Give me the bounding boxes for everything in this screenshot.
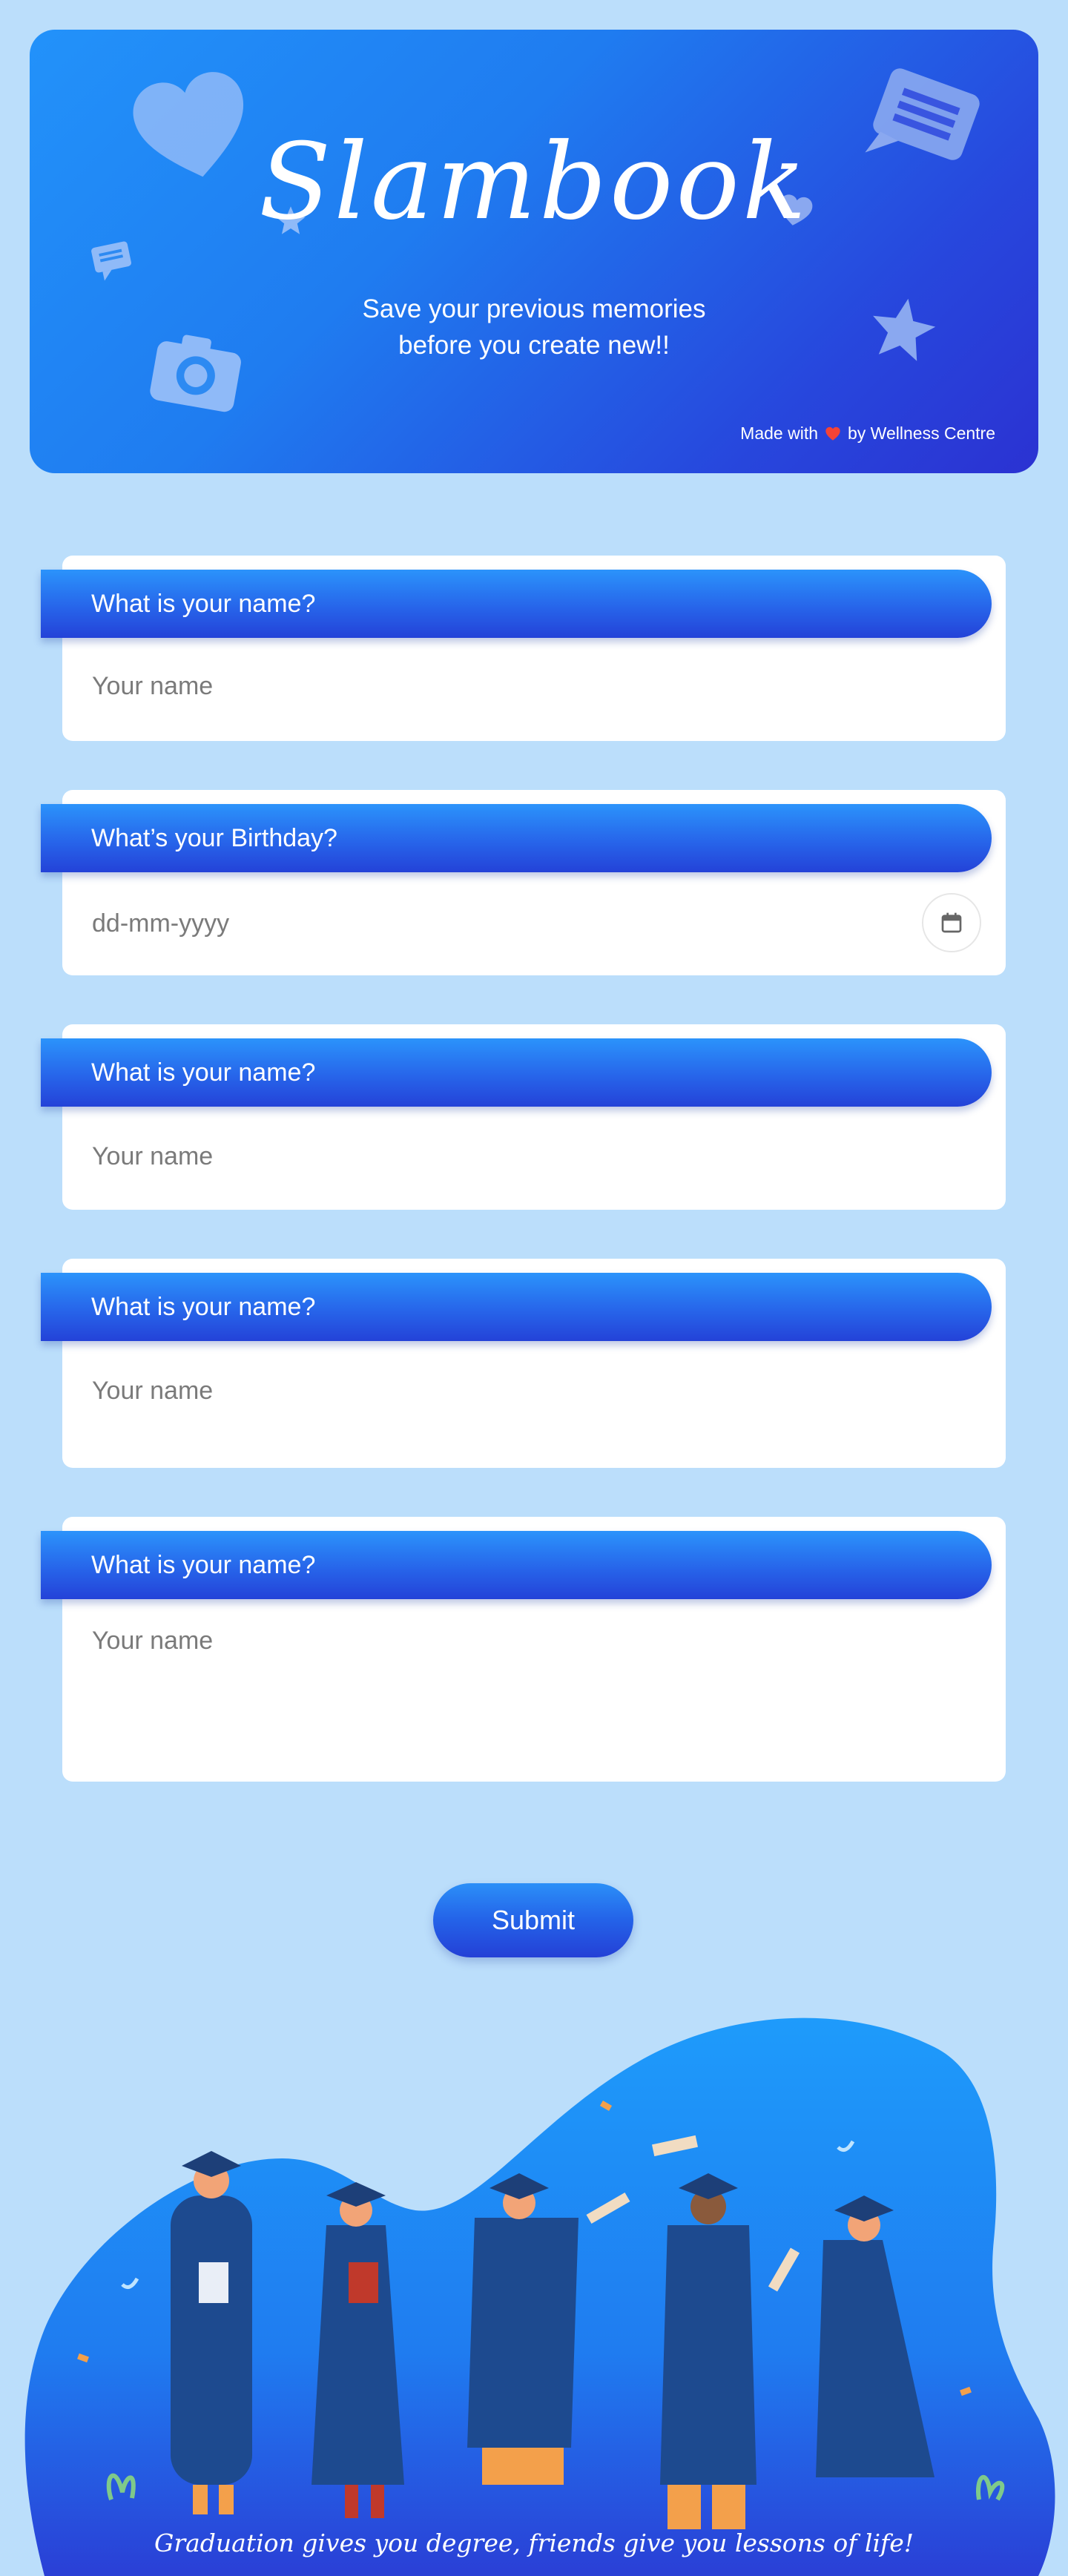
- birthday-date-input[interactable]: dd-mm-yyyy: [92, 909, 229, 938]
- question-label: What is your name?: [41, 1038, 992, 1107]
- question-label: What’s your Birthday?: [41, 804, 992, 872]
- date-picker-button[interactable]: [922, 893, 981, 952]
- graduate-figure: [171, 2151, 252, 2514]
- page-subtitle: Save your previous memories before you c…: [30, 291, 1038, 363]
- hero-banner: Slambook Save your previous memories bef…: [30, 30, 1038, 473]
- footer-caption: Graduation gives you degree, friends giv…: [154, 2529, 914, 2557]
- footer-blob: [24, 2017, 1055, 2576]
- name-input[interactable]: [92, 1134, 945, 1179]
- chat-icon: [91, 241, 131, 281]
- subtitle-line-2: before you create new!!: [398, 331, 670, 360]
- subtitle-line-1: Save your previous memories: [362, 294, 706, 323]
- heart-icon: [825, 426, 840, 441]
- name-textarea[interactable]: [92, 1627, 945, 1745]
- made-with-credit: Made with by Wellness Centre: [740, 424, 995, 444]
- name-input[interactable]: [92, 1368, 945, 1413]
- submit-button[interactable]: Submit: [433, 1883, 633, 1957]
- question-label: What is your name?: [41, 1531, 992, 1599]
- name-input[interactable]: [92, 664, 945, 708]
- made-with-prefix: Made with: [740, 424, 818, 443]
- page-title: Slambook: [259, 121, 809, 243]
- question-label: What is your name?: [41, 570, 992, 638]
- made-with-suffix: by Wellness Centre: [848, 424, 995, 443]
- question-label: What is your name?: [41, 1273, 992, 1341]
- calendar-icon: [941, 912, 962, 933]
- graduation-illustration: [0, 2017, 1068, 2576]
